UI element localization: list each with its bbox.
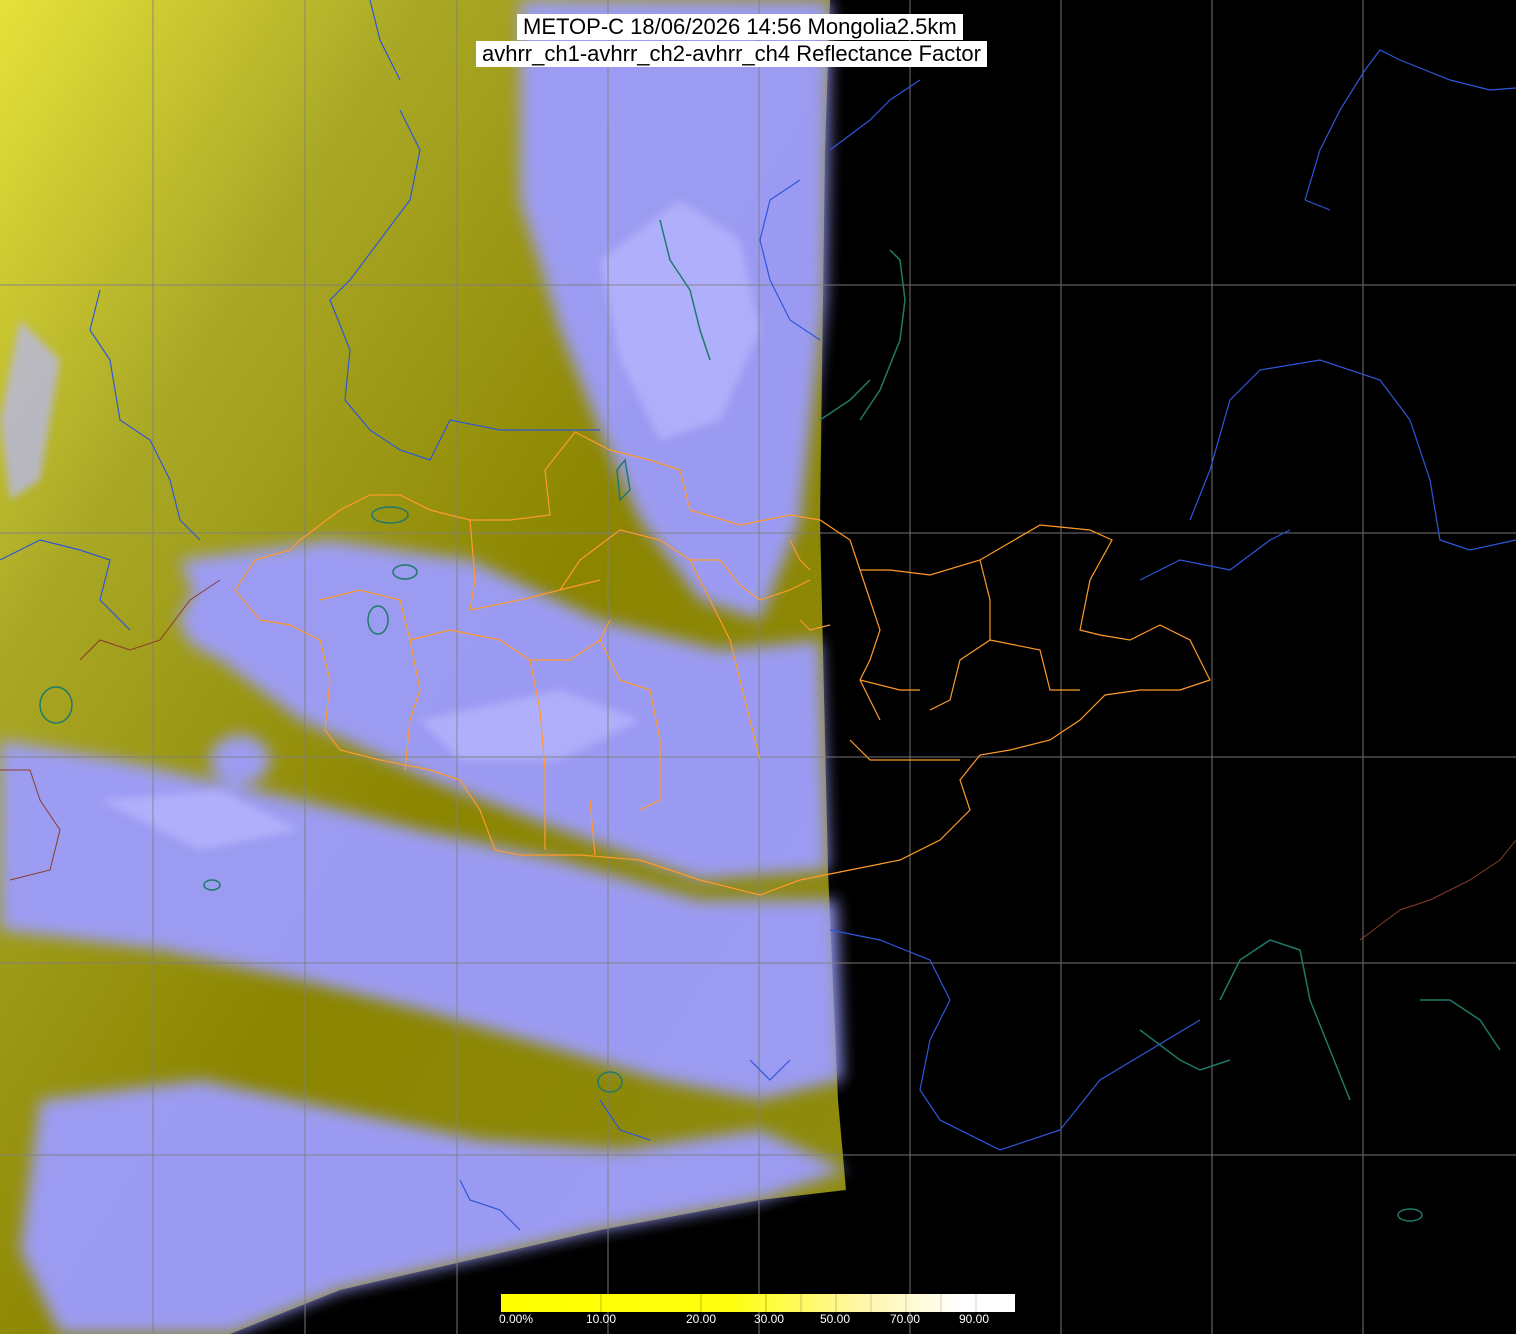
satellite-image-viewer: METOP-C 18/06/2026 14:56 Mongolia2.5km a… xyxy=(0,0,1516,1334)
imagery-swath xyxy=(0,0,846,1334)
satellite-map xyxy=(0,0,1516,1334)
colorbar-label-3: 30.00 xyxy=(754,1312,785,1326)
colorbar-label-5: 70.00 xyxy=(890,1312,921,1326)
image-title: METOP-C 18/06/2026 14:56 Mongolia2.5km xyxy=(517,14,963,40)
colorbar-label-6: 90.00 xyxy=(959,1312,990,1326)
colorbar-label-1: 10.00 xyxy=(586,1312,617,1326)
colorbar xyxy=(501,1294,1015,1312)
colorbar-label-4: 50.00 xyxy=(820,1312,851,1326)
colorbar-label-2: 20.00 xyxy=(686,1312,717,1326)
image-subtitle: avhrr_ch1-avhrr_ch2-avhrr_ch4 Reflectanc… xyxy=(476,41,987,67)
colorbar-label-0: 0.00% xyxy=(499,1312,534,1326)
